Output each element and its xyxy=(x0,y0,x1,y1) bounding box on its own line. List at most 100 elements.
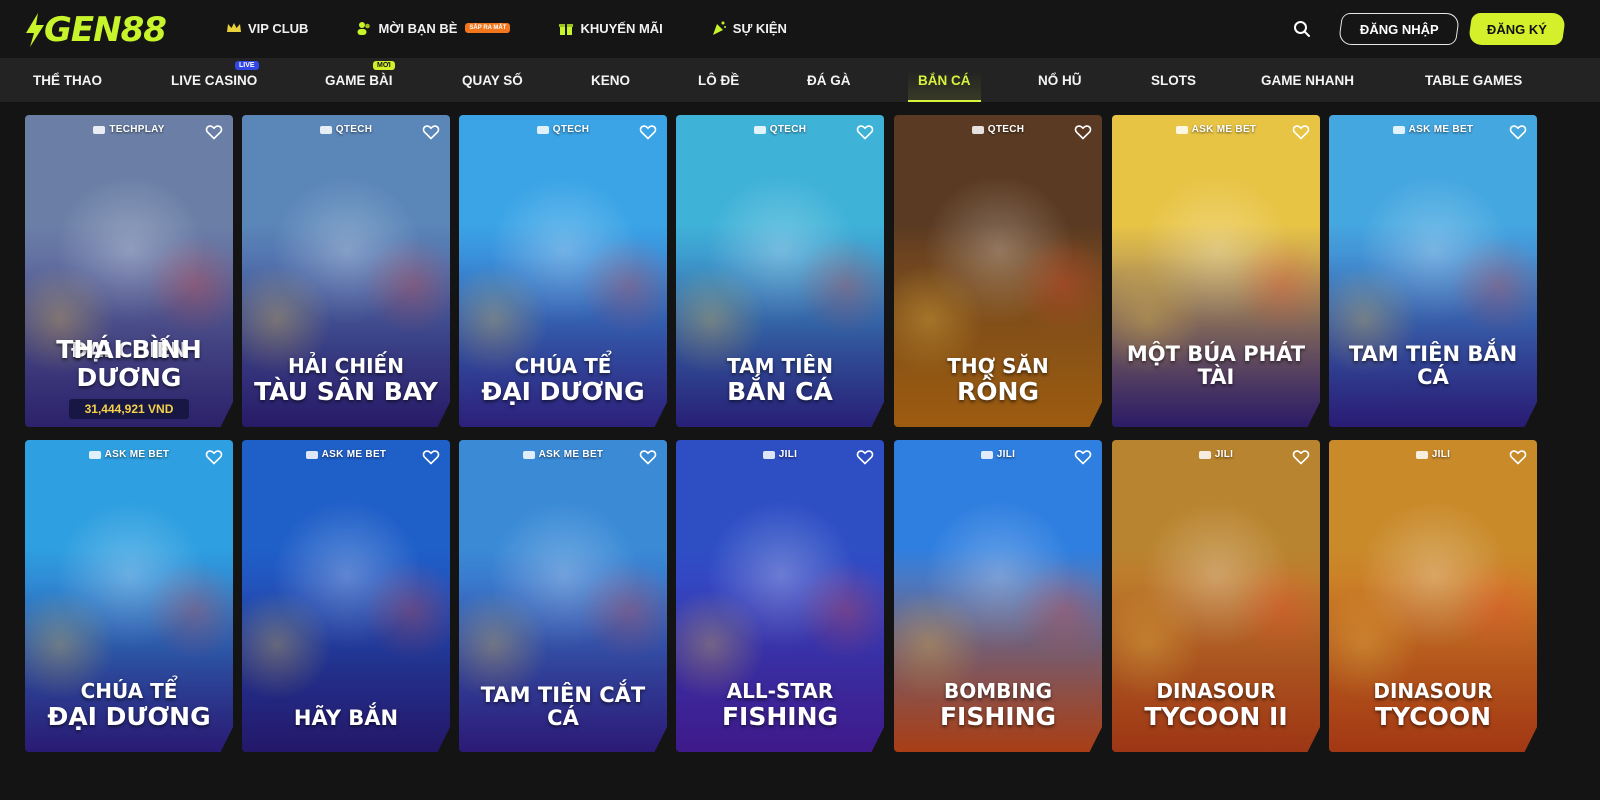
top-header: GEN88 VIP CLUB MỜI BẠN BÈ SẮP RA MẮT KHU… xyxy=(0,0,1600,58)
gen88-logo[interactable]: GEN88 xyxy=(24,10,167,50)
provider-label: ASK ME BET xyxy=(242,449,450,460)
game-title-line1: BOMBING xyxy=(944,679,1052,703)
provider-label: QTECH xyxy=(242,124,450,135)
game-card[interactable]: JILI DINASOUR TYCOON xyxy=(1329,440,1537,752)
provider-label: QTECH xyxy=(894,124,1102,135)
favorite-heart-icon[interactable] xyxy=(205,448,223,466)
provider-name: QTECH xyxy=(552,124,590,135)
tab-live-casino[interactable]: LIVE CASINO LIVE xyxy=(171,58,259,102)
favorite-heart-icon[interactable] xyxy=(1074,448,1092,466)
game-card[interactable]: ASK ME BET TAM TIÊN BẮN CÁ xyxy=(1329,115,1537,427)
game-card[interactable]: ASK ME BET CHÚA TỂ ĐẠI DƯƠNG xyxy=(25,440,233,752)
game-title-line1: DINASOUR xyxy=(1373,679,1493,703)
game-card[interactable]: ASK ME BET HÃY BẮN xyxy=(242,440,450,752)
favorite-heart-icon[interactable] xyxy=(422,123,440,141)
tab-label: QUAY SỐ xyxy=(462,72,523,88)
nav-events[interactable]: SỰ KIỆN xyxy=(711,16,787,40)
provider-name: ASK ME BET xyxy=(104,449,170,460)
nav-label: MỜI BẠN BÈ xyxy=(378,20,458,36)
tab-keno[interactable]: KENO xyxy=(591,58,630,102)
game-title: FISHING xyxy=(721,701,839,731)
game-title: HÃY BẮN xyxy=(293,705,399,730)
favorite-heart-icon[interactable] xyxy=(639,448,657,466)
favorite-heart-icon[interactable] xyxy=(856,123,874,141)
game-title-line1: ALL-STAR xyxy=(726,679,834,703)
provider-logo-icon xyxy=(319,125,332,134)
game-title-line1: THỢ SĂN xyxy=(947,354,1049,378)
favorite-heart-icon[interactable] xyxy=(1292,448,1310,466)
provider-name: ASK ME BET xyxy=(1191,124,1257,135)
provider-logo-icon xyxy=(1198,450,1211,459)
top-nav: VIP CLUB MỜI BẠN BÈ SẮP RA MẮT KHUYẾN MÃ… xyxy=(226,16,787,40)
tab-label: SLOTS xyxy=(1151,72,1197,88)
provider-label: JILI xyxy=(1329,449,1537,460)
party-icon xyxy=(712,21,726,35)
game-card[interactable]: JILI BOMBING FISHING xyxy=(894,440,1102,752)
crown-icon xyxy=(227,23,241,32)
tab-label: BẮN CÁ xyxy=(918,72,971,88)
search-icon[interactable] xyxy=(1292,19,1312,39)
lightning-icon xyxy=(26,13,44,47)
register-button[interactable]: ĐĂNG KÝ xyxy=(1467,13,1567,45)
game-card[interactable]: TECHPLAY ĐẠI CHIẾN THÁI BÌNH DƯƠNG 31,444,9… xyxy=(25,115,233,427)
tab-label: KENO xyxy=(591,72,631,88)
provider-logo-icon xyxy=(1415,450,1428,459)
favorite-heart-icon[interactable] xyxy=(422,448,440,466)
provider-logo-icon xyxy=(88,450,101,459)
favorite-heart-icon[interactable] xyxy=(1074,123,1092,141)
tab-quick-games[interactable]: GAME NHANH xyxy=(1261,58,1354,102)
game-title: TYCOON xyxy=(1374,701,1492,731)
provider-logo-icon xyxy=(1392,125,1405,134)
provider-name: ASK ME BET xyxy=(1408,124,1474,135)
provider-label: JILI xyxy=(676,449,884,460)
game-card[interactable]: ASK ME BET MỘT BÚA PHÁT TÀI xyxy=(1112,115,1320,427)
game-card[interactable]: JILI DINASOUR TYCOON II xyxy=(1112,440,1320,752)
provider-label: ASK ME BET xyxy=(459,449,667,460)
favorite-heart-icon[interactable] xyxy=(205,123,223,141)
game-card[interactable]: QTECH THỢ SĂN RỒNG xyxy=(894,115,1102,427)
provider-logo-icon xyxy=(971,125,984,134)
provider-logo-icon xyxy=(93,125,106,134)
register-label: ĐĂNG KÝ xyxy=(1487,21,1547,37)
nav-promotions[interactable]: KHUYẾN MÃI xyxy=(558,16,663,40)
game-card[interactable]: QTECH CHÚA TỂ ĐẠI DƯƠNG xyxy=(459,115,667,427)
game-title: RỒNG xyxy=(957,376,1039,406)
login-button[interactable]: ĐĂNG NHẬP xyxy=(1337,13,1461,45)
provider-name: JILI xyxy=(778,449,798,460)
tab-slots[interactable]: SLOTS xyxy=(1151,58,1196,102)
provider-name: ASK ME BET xyxy=(321,449,387,460)
tab-label: GAME NHANH xyxy=(1261,72,1354,88)
favorite-heart-icon[interactable] xyxy=(1509,123,1527,141)
tab-lode[interactable]: LÔ ĐỀ xyxy=(698,58,739,102)
tab-table-games[interactable]: TABLE GAMES xyxy=(1425,58,1522,102)
favorite-heart-icon[interactable] xyxy=(1292,123,1310,141)
new-tag: MỚI xyxy=(373,61,395,70)
tab-card-games[interactable]: GAME BÀI MỚI xyxy=(325,58,395,102)
nav-vip-club[interactable]: VIP CLUB xyxy=(226,16,308,40)
tab-fish-shooting[interactable]: BẮN CÁ xyxy=(908,58,980,102)
provider-name: JILI xyxy=(1214,449,1234,460)
game-card[interactable]: QTECH TAM TIÊN BẮN CÁ xyxy=(676,115,884,427)
tab-sports[interactable]: THỂ THAO xyxy=(33,58,102,102)
nav-invite-friends[interactable]: MỜI BẠN BÈ SẮP RA MẮT xyxy=(356,16,511,40)
provider-name: QTECH xyxy=(769,124,807,135)
favorite-heart-icon[interactable] xyxy=(639,123,657,141)
provider-name: ASK ME BET xyxy=(538,449,604,460)
game-card[interactable]: JILI ALL-STAR FISHING xyxy=(676,440,884,752)
favorite-heart-icon[interactable] xyxy=(856,448,874,466)
provider-label: ASK ME BET xyxy=(25,449,233,460)
provider-name: QTECH xyxy=(987,124,1025,135)
favorite-heart-icon[interactable] xyxy=(1509,448,1527,466)
tab-jackpot[interactable]: NỔ HŨ xyxy=(1038,58,1082,102)
game-title-line1: DINASOUR xyxy=(1156,679,1276,703)
provider-name: JILI xyxy=(1431,449,1451,460)
game-title: ĐẠI DƯƠNG xyxy=(47,701,211,731)
tab-cockfight[interactable]: ĐÁ GÀ xyxy=(807,58,851,102)
tab-lottery[interactable]: QUAY SỐ xyxy=(462,58,523,102)
provider-label: ASK ME BET xyxy=(1329,124,1537,135)
coming-soon-badge: SẮP RA MẮT xyxy=(465,23,511,33)
tab-label: NỔ HŨ xyxy=(1038,72,1082,88)
tab-label: GAME BÀI xyxy=(325,72,393,88)
game-card[interactable]: QTECH HẢI CHIẾN TÀU SÂN BAY xyxy=(242,115,450,427)
game-card[interactable]: ASK ME BET TAM TIÊN CẮT CÁ xyxy=(459,440,667,752)
